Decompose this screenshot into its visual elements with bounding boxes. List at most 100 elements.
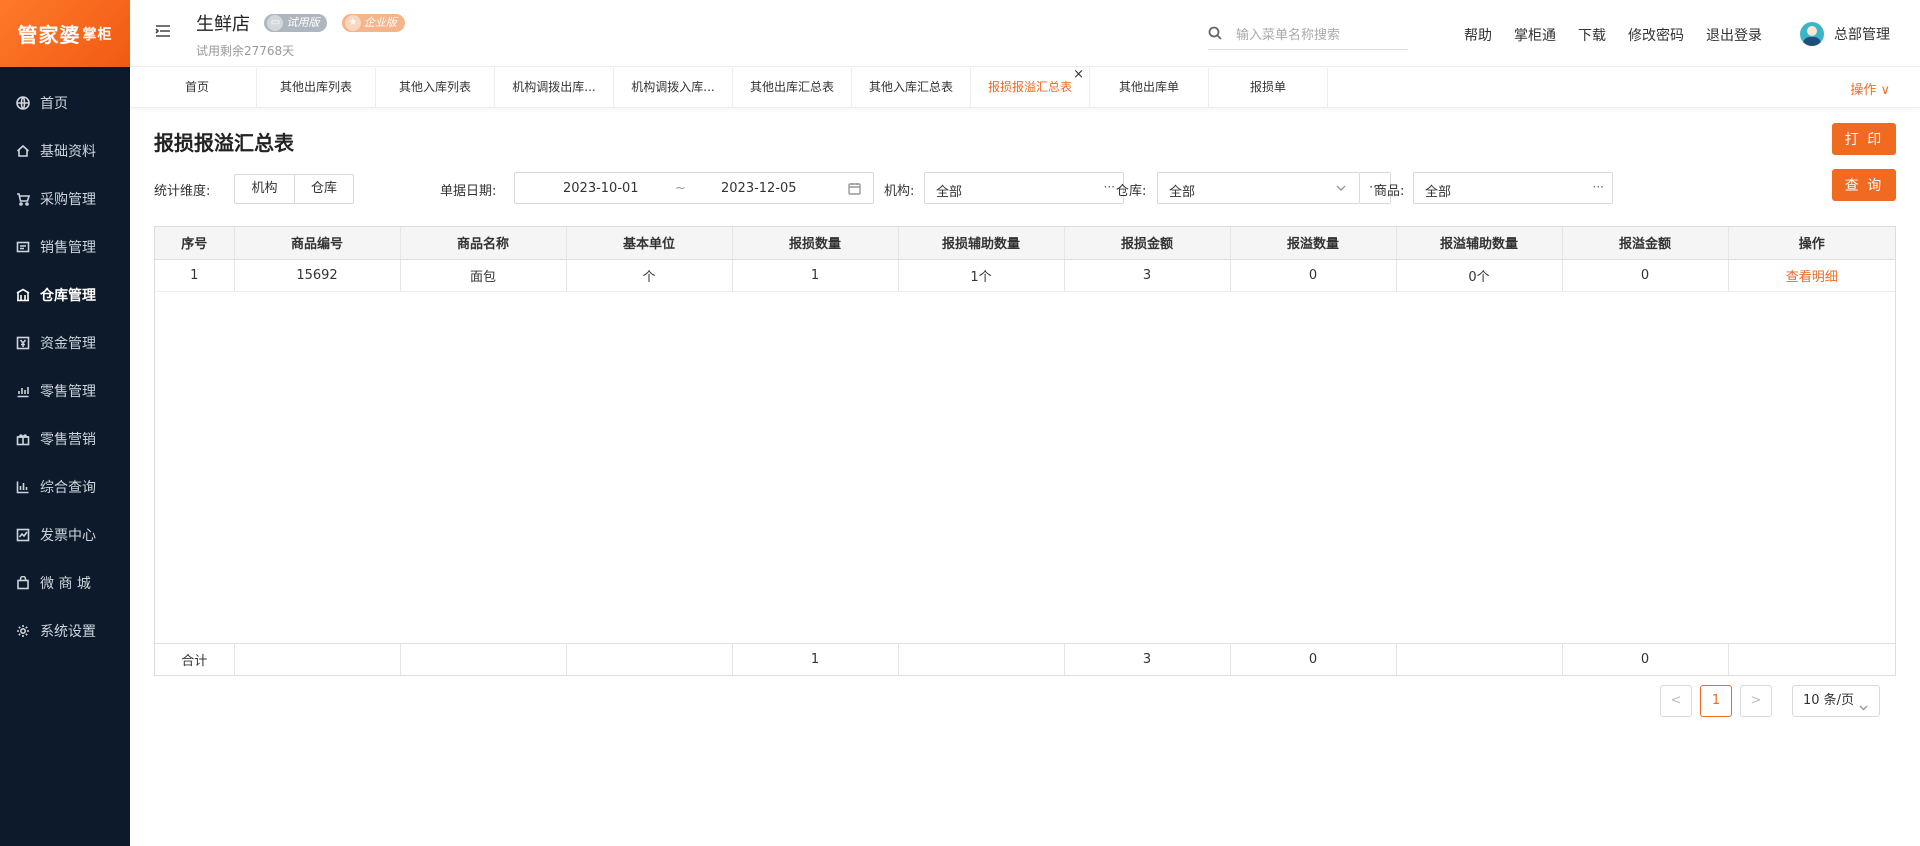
org-select[interactable]: 全部 ···: [924, 172, 1124, 204]
tab-8[interactable]: 其他出库单: [1090, 68, 1209, 108]
sidebar-item-7[interactable]: 零售营销: [0, 415, 130, 463]
sidebar-item-6[interactable]: 零售管理: [0, 367, 130, 415]
tab-label: 机构调拨入库...: [631, 80, 715, 94]
data-table: 序号 商品编号 商品名称 基本单位 报损数量 报损辅助数量 报损金额 报溢数量 报溢辅助数量 报溢…: [155, 227, 1895, 643]
table-cell: 0: [1562, 259, 1729, 292]
org-more-icon[interactable]: ···: [1104, 180, 1115, 194]
sidebar-nav: 首页 基础资料采购管理销售管理 仓库管理 资金管理 零售管理零售营销综合查询发票中心微 …: [0, 67, 130, 655]
chart-icon: [16, 480, 30, 494]
sidebar-item-label: 零售营销: [40, 432, 96, 448]
column-header[interactable]: 操作: [1728, 227, 1895, 260]
close-icon[interactable]: ×: [1073, 68, 1084, 94]
date-end[interactable]: 2023-12-05: [721, 181, 797, 196]
sidebar-item-3[interactable]: 销售管理: [0, 223, 130, 271]
sidebar-item-label: 发票中心: [40, 528, 96, 544]
search-input[interactable]: [1236, 24, 1406, 46]
column-header[interactable]: 报溢数量: [1230, 227, 1397, 260]
org-value: 全部: [936, 185, 963, 200]
query-button[interactable]: 查 询: [1832, 169, 1896, 201]
tab-0[interactable]: 首页: [138, 68, 257, 108]
table-cell: 1: [155, 259, 235, 292]
prev-page-button[interactable]: <: [1660, 685, 1692, 717]
tab-label: 报损单: [1249, 80, 1286, 94]
warehouse-icon: [16, 288, 30, 302]
totals-cell: 0: [1562, 643, 1729, 675]
column-header[interactable]: 基本单位: [566, 227, 733, 260]
column-header[interactable]: 商品名称: [400, 227, 567, 260]
column-header[interactable]: 报溢辅助数量: [1396, 227, 1563, 260]
tab-3[interactable]: 机构调拨出库...: [495, 68, 614, 108]
tab-7[interactable]: 报损报溢汇总表 ×: [971, 68, 1090, 108]
download-link[interactable]: 下载: [1578, 25, 1606, 45]
tab-label: 首页: [184, 80, 209, 94]
avatar[interactable]: [1800, 22, 1824, 46]
sidebar-item-11[interactable]: 系统设置: [0, 607, 130, 655]
calendar-icon[interactable]: [848, 182, 861, 195]
invoice-icon: [16, 528, 30, 542]
table-cell: 15692: [234, 259, 401, 292]
menu-toggle-icon[interactable]: [154, 22, 172, 40]
chevron-down-icon[interactable]: [1335, 182, 1347, 194]
column-header[interactable]: 报损金额: [1064, 227, 1231, 260]
user-name[interactable]: 总部管理: [1834, 24, 1890, 44]
page-size-select[interactable]: 10 条/页: [1792, 685, 1880, 717]
page-size-value: 10 条/页: [1803, 693, 1855, 708]
logout-link[interactable]: 退出登录: [1706, 25, 1762, 45]
tab-9[interactable]: 报损单: [1209, 68, 1328, 108]
view-detail-link[interactable]: 查看明细: [1728, 259, 1895, 292]
column-header[interactable]: 报损数量: [732, 227, 899, 260]
sidebar-item-1[interactable]: 基础资料: [0, 127, 130, 175]
page-1-button[interactable]: 1: [1700, 685, 1732, 717]
goods-select[interactable]: 全部 ···: [1413, 172, 1613, 204]
user-menu[interactable]: 总部管理: [1800, 22, 1890, 46]
column-header[interactable]: 序号: [155, 227, 235, 260]
sidebar-item-8[interactable]: 综合查询: [0, 463, 130, 511]
logo-sub: 掌柜: [82, 26, 113, 43]
cart-icon: [16, 192, 30, 206]
org-label: 机构:: [884, 184, 915, 199]
tab-5[interactable]: 其他出库汇总表: [733, 68, 852, 108]
help-link[interactable]: 帮助: [1464, 25, 1492, 45]
sidebar-item-2[interactable]: 采购管理: [0, 175, 130, 223]
warehouse-select[interactable]: 全部: [1157, 172, 1360, 204]
dimension-label: 统计维度:: [154, 184, 211, 199]
tab-label: 其他出库列表: [279, 80, 352, 94]
next-page-button[interactable]: >: [1740, 685, 1772, 717]
sidebar-item-label: 采购管理: [40, 192, 96, 208]
tab-list: 首页 其他出库列表 其他入库列表 机构调拨出库... 机构调拨入库... 其他出库汇总表 其…: [138, 68, 1328, 108]
print-button[interactable]: 打 印: [1832, 123, 1896, 155]
dimension-option-warehouse[interactable]: 仓库: [294, 175, 353, 203]
sidebar-item-4[interactable]: 仓库管理: [0, 271, 130, 319]
sidebar-item-10[interactable]: 微 商 城: [0, 559, 130, 607]
search-icon[interactable]: [1208, 26, 1222, 40]
column-header[interactable]: 报损辅助数量: [898, 227, 1065, 260]
sidebar-item-0[interactable]: 首页: [0, 79, 130, 127]
sidebar-item-5[interactable]: 资金管理: [0, 319, 130, 367]
column-header[interactable]: 商品编号: [234, 227, 401, 260]
dimension-toggle: 机构 仓库: [234, 174, 354, 204]
totals-cell: 0: [1230, 643, 1397, 675]
home-icon: [16, 144, 30, 158]
tab-4[interactable]: 机构调拨入库...: [614, 68, 733, 108]
tab-2[interactable]: 其他入库列表: [376, 68, 495, 108]
date-start[interactable]: 2023-10-01: [563, 181, 639, 196]
enterprise-badge: ★ 企业版: [341, 14, 405, 32]
tab-6[interactable]: 其他入库汇总表: [852, 68, 971, 108]
goods-more-icon[interactable]: ···: [1593, 180, 1604, 194]
tab-operations-menu[interactable]: 操作 ∨: [1850, 79, 1890, 98]
brand-logo[interactable]: 管家婆 掌柜: [0, 0, 130, 67]
totals-cell: 1: [732, 643, 899, 675]
date-range-picker[interactable]: 2023-10-01 ~ 2023-12-05: [514, 172, 874, 204]
dimension-option-org[interactable]: 机构: [235, 175, 294, 203]
date-label: 单据日期:: [440, 184, 497, 199]
tab-1[interactable]: 其他出库列表: [257, 68, 376, 108]
retail-icon: [16, 384, 30, 398]
gift-icon: [16, 432, 30, 446]
menu-search: [1208, 22, 1408, 50]
column-header[interactable]: 报溢金额: [1562, 227, 1729, 260]
summary-table: 序号 商品编号 商品名称 基本单位 报损数量 报损辅助数量 报损金额 报溢数量 报溢辅助数量 报溢…: [154, 226, 1896, 676]
change-password-link[interactable]: 修改密码: [1628, 25, 1684, 45]
money-icon: [16, 336, 30, 350]
zhanggui-link[interactable]: 掌柜通: [1514, 25, 1556, 45]
sidebar-item-9[interactable]: 发票中心: [0, 511, 130, 559]
